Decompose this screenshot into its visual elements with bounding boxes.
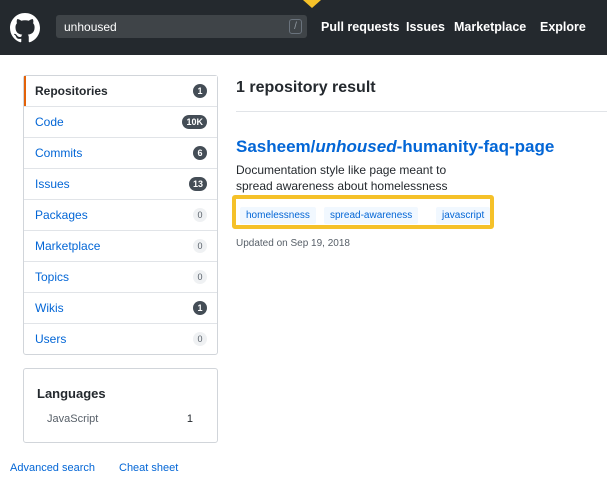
language-count: 1 <box>186 413 193 425</box>
menu-item-label: Marketplace <box>35 239 101 253</box>
count-badge: 0 <box>193 270 207 284</box>
search-type-menu: Repositories 1 Code 10K Commits 6 Issues… <box>23 75 218 355</box>
nav-issues[interactable]: Issues <box>406 20 445 34</box>
menu-item-packages[interactable]: Packages 0 <box>24 199 217 230</box>
menu-item-label: Commits <box>35 146 83 160</box>
repo-description: Documentation style like page meant to s… <box>236 163 448 193</box>
search-shortcut-key: / <box>289 19 302 34</box>
count-badge: 1 <box>193 301 207 315</box>
cheat-sheet-link[interactable]: Cheat sheet <box>119 462 178 474</box>
menu-item-users[interactable]: Users 0 <box>24 323 217 354</box>
menu-item-commits[interactable]: Commits 6 <box>24 137 217 168</box>
repo-highlight-term: unhoused <box>315 137 397 156</box>
menu-item-label: Packages <box>35 208 88 222</box>
menu-item-marketplace[interactable]: Marketplace 0 <box>24 230 217 261</box>
repo-owner-prefix: Sasheem/ <box>236 137 316 156</box>
menu-item-code[interactable]: Code 10K <box>24 106 217 137</box>
menu-item-label: Repositories <box>35 84 108 98</box>
menu-item-label: Code <box>35 115 64 129</box>
repo-updated-date: Updated on Sep 19, 2018 <box>236 238 350 249</box>
count-badge: 0 <box>193 208 207 222</box>
languages-heading: Languages <box>37 386 106 401</box>
language-filter-javascript[interactable]: JavaScript <box>47 413 98 425</box>
github-octocat-icon[interactable] <box>10 13 40 43</box>
count-badge: 6 <box>193 146 207 160</box>
topic-tag-javascript[interactable]: javascript <box>436 207 491 224</box>
search-input[interactable] <box>64 18 274 35</box>
menu-item-label: Issues <box>35 177 70 191</box>
count-badge: 1 <box>193 84 207 98</box>
repo-title-link[interactable]: Sasheem/unhoused-humanity-faq-page <box>236 137 554 157</box>
nav-pull-requests[interactable]: Pull requests <box>321 20 400 34</box>
topic-tag-spread-awareness[interactable]: spread-awareness <box>324 207 419 224</box>
menu-item-wikis[interactable]: Wikis 1 <box>24 292 217 323</box>
menu-item-issues[interactable]: Issues 13 <box>24 168 217 199</box>
count-badge: 0 <box>193 332 207 346</box>
menu-item-label: Topics <box>35 270 70 284</box>
count-badge: 0 <box>193 239 207 253</box>
menu-item-repositories[interactable]: Repositories 1 <box>24 76 217 106</box>
menu-item-label: Users <box>35 332 67 346</box>
top-header: / Pull requests Issues Marketplace Explo… <box>0 0 607 55</box>
languages-panel: Languages JavaScript 1 <box>23 368 218 443</box>
advanced-search-link[interactable]: Advanced search <box>10 462 95 474</box>
nav-marketplace[interactable]: Marketplace <box>454 20 526 34</box>
pointer-triangle-icon <box>303 0 321 8</box>
menu-item-label: Wikis <box>35 301 64 315</box>
count-badge: 10K <box>182 115 207 129</box>
nav-explore[interactable]: Explore <box>540 20 586 34</box>
menu-item-topics[interactable]: Topics 0 <box>24 261 217 292</box>
repo-name-suffix: -humanity-faq-page <box>396 137 555 156</box>
count-badge: 13 <box>188 177 207 191</box>
results-count-heading: 1 repository result <box>236 79 376 96</box>
search-box[interactable]: / <box>56 15 307 38</box>
topic-tag-homelessness[interactable]: homelessness <box>240 207 316 224</box>
results-divider <box>236 111 607 112</box>
